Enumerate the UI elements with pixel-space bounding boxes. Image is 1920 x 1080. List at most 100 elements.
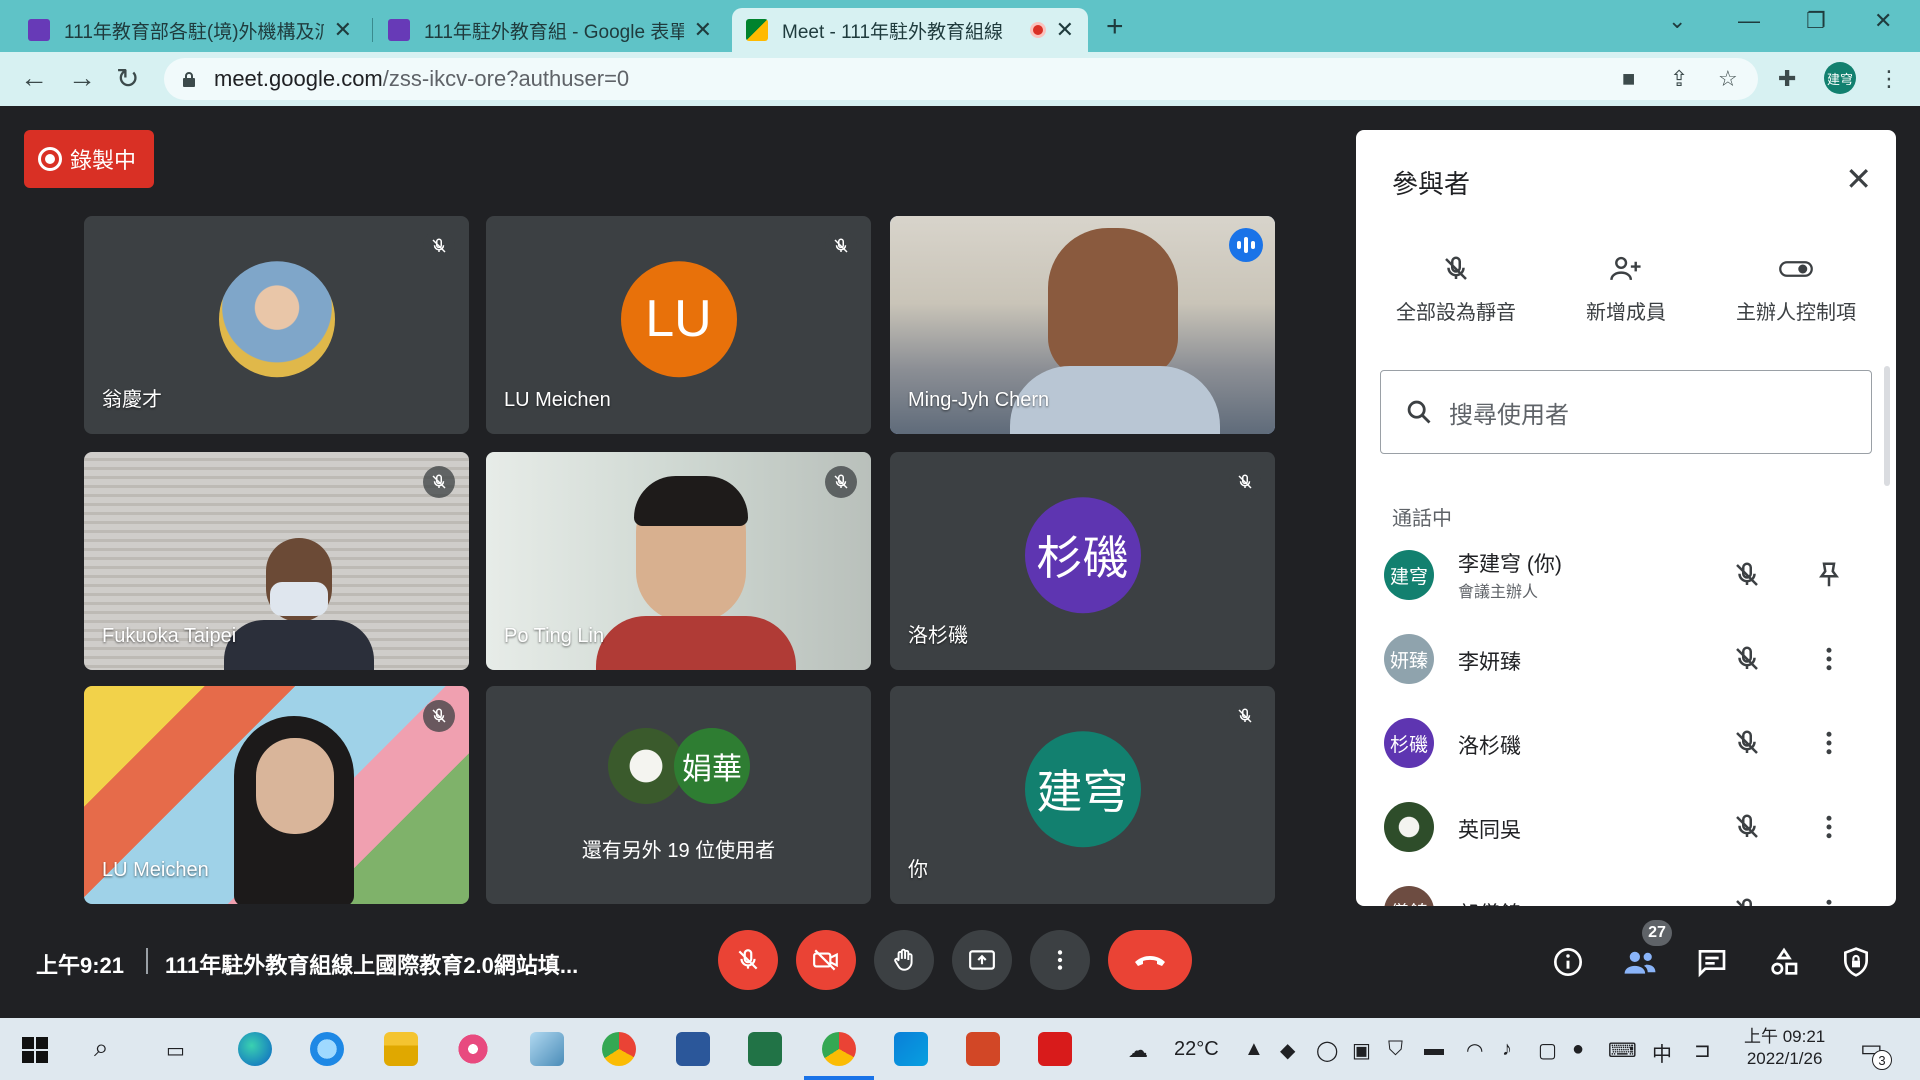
display-icon[interactable]: ▢ [1538,1038,1557,1063]
mic-off-icon[interactable] [1732,560,1762,590]
chrome-icon[interactable] [602,1032,636,1066]
others-tile[interactable]: 娟華 還有另外 19 位使用者 [486,686,871,904]
close-panel-button[interactable]: ✕ [1845,160,1872,198]
mic-off-icon[interactable] [1732,896,1762,906]
mic-off-icon[interactable] [1732,728,1762,758]
participant-list-item[interactable]: 杉磯 洛杉磯 [1356,702,1896,786]
microphone-icon[interactable]: ● [1572,1038,1584,1061]
show-participants-button[interactable] [1620,942,1660,982]
google-drive-icon[interactable]: ▲ [1244,1038,1264,1061]
toggle-camera-button[interactable] [796,930,856,990]
participant-list-item[interactable]: 妍臻 李妍臻 [1356,618,1896,702]
security-icon[interactable]: ⛉ [1388,1038,1403,1061]
file-explorer-icon[interactable] [384,1032,418,1066]
mute-all-button[interactable]: 全部設為靜音 [1376,254,1536,325]
snipping-tool-icon[interactable] [456,1032,490,1066]
tab-search-icon[interactable]: ⌄ [1668,8,1686,34]
windows-start-icon[interactable] [22,1037,48,1063]
more-options-icon[interactable] [1814,812,1844,842]
restore-button[interactable]: ❐ [1806,8,1826,34]
acrobat-icon[interactable] [1038,1032,1072,1066]
weather-icon[interactable]: ☁ [1128,1038,1148,1063]
meeting-details-button[interactable] [1548,942,1588,982]
share-icon[interactable]: ⇪ [1670,66,1688,92]
close-tab-icon[interactable]: ✕ [694,17,712,43]
participant-tile[interactable]: 杉磯 洛杉磯 [890,452,1275,670]
media-player-icon[interactable] [894,1032,928,1066]
new-tab-button[interactable]: + [1106,10,1124,44]
mic-off-icon[interactable] [1732,644,1762,674]
tab-education-ministry[interactable]: 111年教育部各駐(境)外機構及派 ✕ [14,8,366,52]
panel-scrollbar[interactable] [1884,366,1890,486]
internet-explorer-icon[interactable] [310,1032,344,1066]
participant-tile[interactable]: LU LU Meichen [486,216,871,434]
weather-temperature[interactable]: 22°C [1174,1038,1219,1061]
shapes-icon [1771,947,1798,975]
participant-tile[interactable]: Po Ting Lin [486,452,871,670]
volume-icon[interactable]: ♪ [1502,1038,1512,1061]
chrome-active-icon[interactable] [822,1032,856,1066]
host-controls-button[interactable]: 主辦人控制項 [1716,254,1876,325]
toggle-mic-button[interactable] [718,930,778,990]
leave-call-button[interactable] [1108,930,1192,990]
mic-off-icon[interactable] [1732,812,1762,842]
participant-tile-speaking[interactable]: Ming-Jyh Chern [890,216,1275,434]
present-screen-button[interactable] [952,930,1012,990]
camera-icon[interactable]: ■ [1622,66,1635,92]
video-shirt [224,620,374,670]
participant-tile[interactable]: LU Meichen [84,686,469,904]
more-options-button[interactable] [1030,930,1090,990]
ime-indicator[interactable]: 中 [1652,1038,1672,1067]
powerpoint-icon[interactable] [966,1032,1000,1066]
address-bar[interactable]: meet.google.com/zss-ikcv-ore?authuser=0 [164,58,1758,100]
extensions-icon[interactable]: ✚ [1778,66,1796,92]
more-options-icon[interactable] [1814,644,1844,674]
participant-tile[interactable]: Fukuoka Taipei [84,452,469,670]
chat-button[interactable] [1692,942,1732,982]
participant-tile-self[interactable]: 建穹 你 [890,686,1275,904]
participant-list-item[interactable]: 建穹 李建穹 (你) 會議主辦人 [1356,534,1896,618]
host-controls-toolbar-button[interactable] [1836,942,1876,982]
battery-icon[interactable]: ▬ [1424,1038,1444,1061]
search-icon[interactable]: ⌕ [94,1032,109,1064]
tab-google-form[interactable]: 111年駐外教育組 - Google 表單 ✕ [374,8,726,52]
panel-title: 參與者 [1392,169,1471,199]
forward-button[interactable]: → [68,62,96,94]
activities-button[interactable] [1764,942,1804,982]
bookmark-star-icon[interactable]: ☆ [1718,66,1738,92]
profile-avatar[interactable]: 建穹 [1824,62,1856,94]
recording-badge[interactable]: 錄製中 [24,130,154,188]
wifi-icon[interactable]: ◠ [1466,1038,1483,1063]
participant-list-item[interactable]: 儀錦 郎儀錦 [1356,870,1896,906]
tab-meet[interactable]: Meet - 111年駐外教育組線 ✕ [732,8,1088,52]
search-participants-input[interactable]: 搜尋使用者 [1380,370,1872,454]
task-view-icon[interactable]: ▭ [166,1038,185,1063]
more-options-icon[interactable] [1814,728,1844,758]
ime-mode-icon[interactable]: ⊐ [1694,1038,1711,1063]
participant-list-item[interactable]: 英同吳 [1356,786,1896,870]
acrobat-tray-icon[interactable]: ◆ [1280,1038,1295,1063]
chat-tray-icon[interactable]: ◯ [1316,1038,1338,1063]
close-window-button[interactable]: ✕ [1874,8,1892,34]
reload-button[interactable]: ↻ [116,62,139,95]
back-button[interactable]: ← [20,62,48,94]
device-icon[interactable]: ▣ [1352,1038,1371,1063]
participant-tile[interactable]: 翁慶才 [84,216,469,434]
word-icon[interactable] [676,1032,710,1066]
clock-divider [146,948,148,974]
excel-icon[interactable] [748,1032,782,1066]
system-clock[interactable]: 上午 09:21 2022/1/26 [1744,1026,1825,1070]
close-tab-icon[interactable]: ✕ [1056,17,1074,43]
close-tab-icon[interactable]: ✕ [334,17,352,43]
notepad-icon[interactable] [530,1032,564,1066]
browser-menu-icon[interactable]: ⋮ [1878,66,1900,92]
keyboard-icon[interactable]: ⌨ [1608,1038,1637,1063]
pin-icon[interactable] [1814,560,1844,590]
add-people-button[interactable]: 新增成員 [1546,254,1706,325]
edge-icon[interactable] [238,1032,272,1066]
raise-hand-button[interactable] [874,930,934,990]
search-placeholder: 搜尋使用者 [1449,401,1569,429]
more-options-icon[interactable] [1814,896,1844,906]
minimize-button[interactable]: — [1738,8,1760,34]
system-time: 上午 09:21 [1744,1027,1826,1046]
